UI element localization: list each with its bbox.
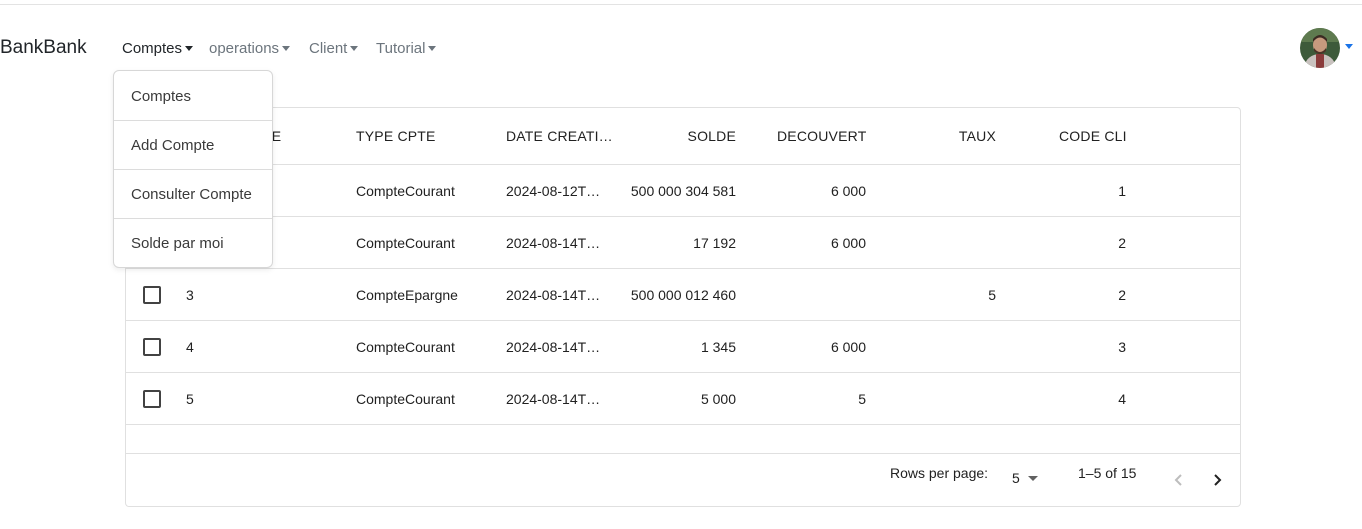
row-checkbox[interactable] (143, 390, 161, 408)
nav-tutorial-dropdown[interactable]: Tutorial (376, 40, 437, 57)
chevron-left-icon (1174, 474, 1182, 486)
table-row[interactable]: 2 CompteCourant 2024-08-14T… 17 192 6 00… (126, 217, 1240, 269)
brand-logo[interactable]: BankBank (0, 37, 87, 59)
nav-comptes-dropdown[interactable]: Comptes (122, 40, 194, 57)
cell-decouvert (766, 269, 866, 320)
cell-type: CompteCourant (356, 338, 455, 355)
cell-date: 2024-08-14T… (506, 234, 601, 251)
cell-solde: 500 000 012 460 (630, 286, 736, 303)
user-avatar[interactable] (1300, 28, 1340, 68)
cell-date: 2024-08-14T… (506, 338, 601, 355)
table-pagination: Rows per page: 5 1–5 of 15 (126, 454, 1240, 506)
cell-solde: 1 345 (700, 338, 736, 355)
cell-type: CompteEpargne (356, 286, 458, 303)
pagination-range: 1–5 of 15 (1078, 465, 1137, 481)
nav-operations-label: operations (209, 40, 280, 57)
menu-item-consulter-compte[interactable]: Consulter Compte (114, 170, 272, 218)
table-row[interactable]: 5 CompteCourant 2024-08-14T… 5 000 5 4 (126, 373, 1240, 425)
column-header-date[interactable]: DATE CREATI… (506, 108, 616, 164)
row-checkbox[interactable] (143, 338, 161, 356)
chevron-right-icon (1214, 474, 1222, 486)
menu-item-comptes[interactable]: Comptes (114, 72, 272, 120)
cell-num: 3 (186, 286, 194, 303)
column-header-solde[interactable]: SOLDE (606, 108, 736, 164)
accounts-table: TE TYPE CPTE DATE CREATI… SOLDE DECOUVER… (125, 107, 1241, 507)
cell-date: 2024-08-14T… (506, 390, 601, 407)
caret-down-icon (428, 46, 437, 51)
column-header-decouvert[interactable]: DECOUVERT (777, 108, 887, 164)
column-header-type[interactable]: TYPE CPTE (356, 108, 486, 164)
avatar-image (1300, 28, 1340, 68)
cell-taux (896, 217, 996, 268)
arrow-drop-down-icon (1027, 476, 1038, 481)
table-row[interactable]: 3 CompteEpargne 2024-08-14T… 500 000 012… (126, 269, 1240, 321)
column-header-taux[interactable]: TAUX (896, 108, 996, 164)
cell-code-cli: 2 (1118, 286, 1126, 303)
cell-num: 4 (186, 338, 194, 355)
cell-decouvert: 5 (858, 390, 866, 407)
cell-code-cli: 2 (1118, 234, 1126, 251)
nav-client-label: Client (309, 40, 348, 57)
cell-decouvert: 6 000 (830, 338, 866, 355)
caret-down-icon (350, 46, 359, 51)
cell-code-cli: 1 (1118, 182, 1126, 199)
cell-type: CompteCourant (356, 182, 455, 199)
menu-item-add-compte[interactable]: Add Compte (114, 121, 272, 169)
cell-decouvert: 6 000 (830, 182, 866, 199)
row-checkbox[interactable] (143, 286, 161, 304)
cell-solde: 500 000 304 581 (630, 182, 736, 199)
cell-date: 2024-08-12T… (506, 182, 601, 199)
table-row[interactable]: 4 CompteCourant 2024-08-14T… 1 345 6 000… (126, 321, 1240, 373)
cell-taux (896, 321, 996, 372)
rows-per-page-label: Rows per page: (890, 465, 989, 481)
cell-code-cli: 4 (1118, 390, 1126, 407)
cell-type: CompteCourant (356, 390, 455, 407)
table-header-row: TE TYPE CPTE DATE CREATI… SOLDE DECOUVER… (126, 108, 1240, 165)
cell-solde: 5 000 (700, 390, 736, 407)
cell-decouvert: 6 000 (830, 234, 866, 251)
comptes-dropdown-menu: Comptes Add Compte Consulter Compte Sold… (113, 70, 273, 268)
nav-operations-dropdown[interactable]: operations (209, 40, 291, 57)
nav-comptes-label: Comptes (122, 40, 183, 57)
cell-code-cli: 3 (1118, 338, 1126, 355)
cell-num: 5 (186, 390, 194, 407)
avatar-caret-down-icon[interactable] (1345, 44, 1353, 49)
table-empty-space (126, 425, 1240, 454)
top-divider (0, 4, 1362, 5)
nav-tutorial-label: Tutorial (376, 40, 426, 57)
nav-client-dropdown[interactable]: Client (309, 40, 359, 57)
cell-solde: 17 192 (693, 234, 736, 251)
cell-date: 2024-08-14T… (506, 286, 601, 303)
menu-item-solde-par-moi[interactable]: Solde par moi (114, 219, 272, 267)
rows-per-page-value: 5 (1012, 470, 1020, 486)
caret-down-icon (282, 46, 291, 51)
table-row[interactable]: 1 CompteCourant 2024-08-12T… 500 000 304… (126, 165, 1240, 217)
previous-page-button[interactable] (1168, 468, 1188, 492)
cell-taux: 5 (988, 286, 996, 303)
rows-per-page-select[interactable]: 5 (1012, 470, 1038, 486)
column-header-code-cli[interactable]: CODE CLI (1059, 108, 1159, 164)
next-page-button[interactable] (1208, 468, 1228, 492)
caret-down-icon (185, 46, 194, 51)
cell-taux (896, 165, 996, 216)
cell-type: CompteCourant (356, 234, 455, 251)
cell-taux (896, 373, 996, 424)
